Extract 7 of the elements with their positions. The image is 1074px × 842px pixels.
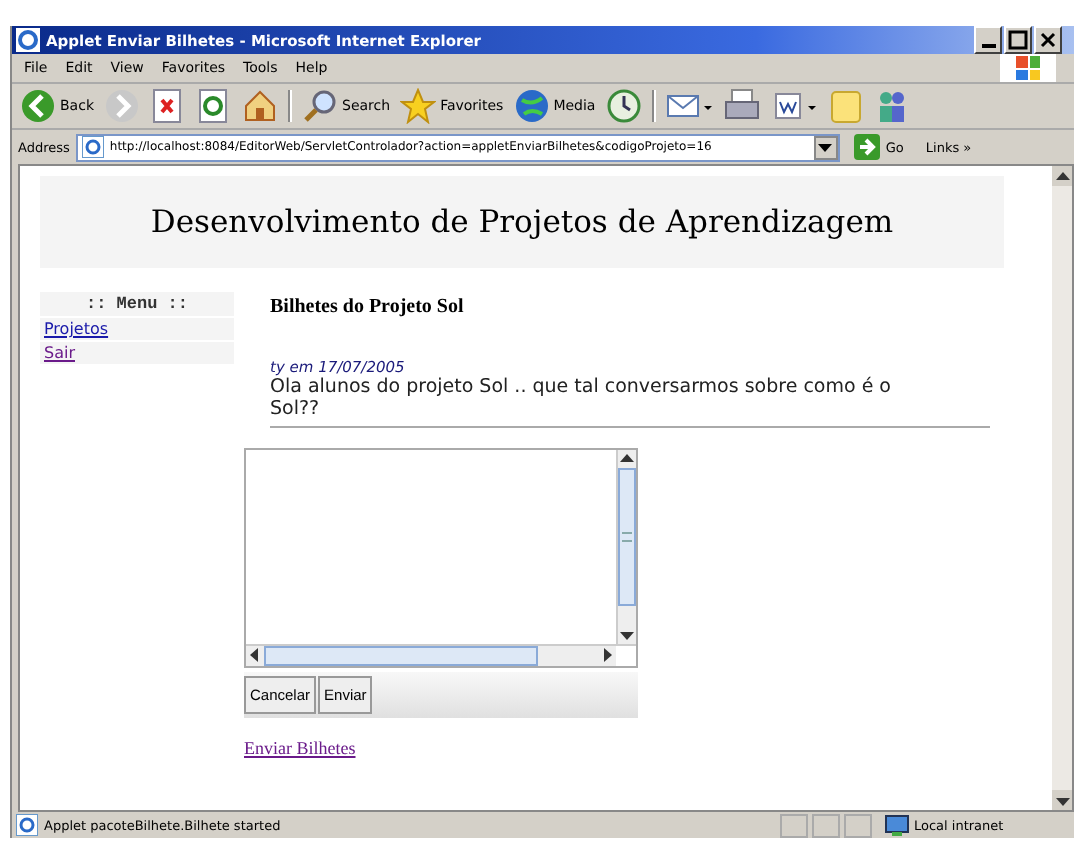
menu-title: :: Menu :: [40, 292, 234, 316]
menu-link[interactable]: Projetos [40, 316, 234, 340]
section-title: Bilhetes do Projeto Sol [270, 296, 466, 318]
post-text: Ola alunos do projeto Sol .. que tal conversarmos sobre como é o Sol?? [270, 376, 893, 420]
menu-link[interactable]: Sair [40, 340, 234, 364]
page-heading: Desenvolvimento de Projetos de Aprendizagem [40, 176, 1004, 268]
send-link[interactable]: Enviar Bilhetes [244, 738, 990, 758]
